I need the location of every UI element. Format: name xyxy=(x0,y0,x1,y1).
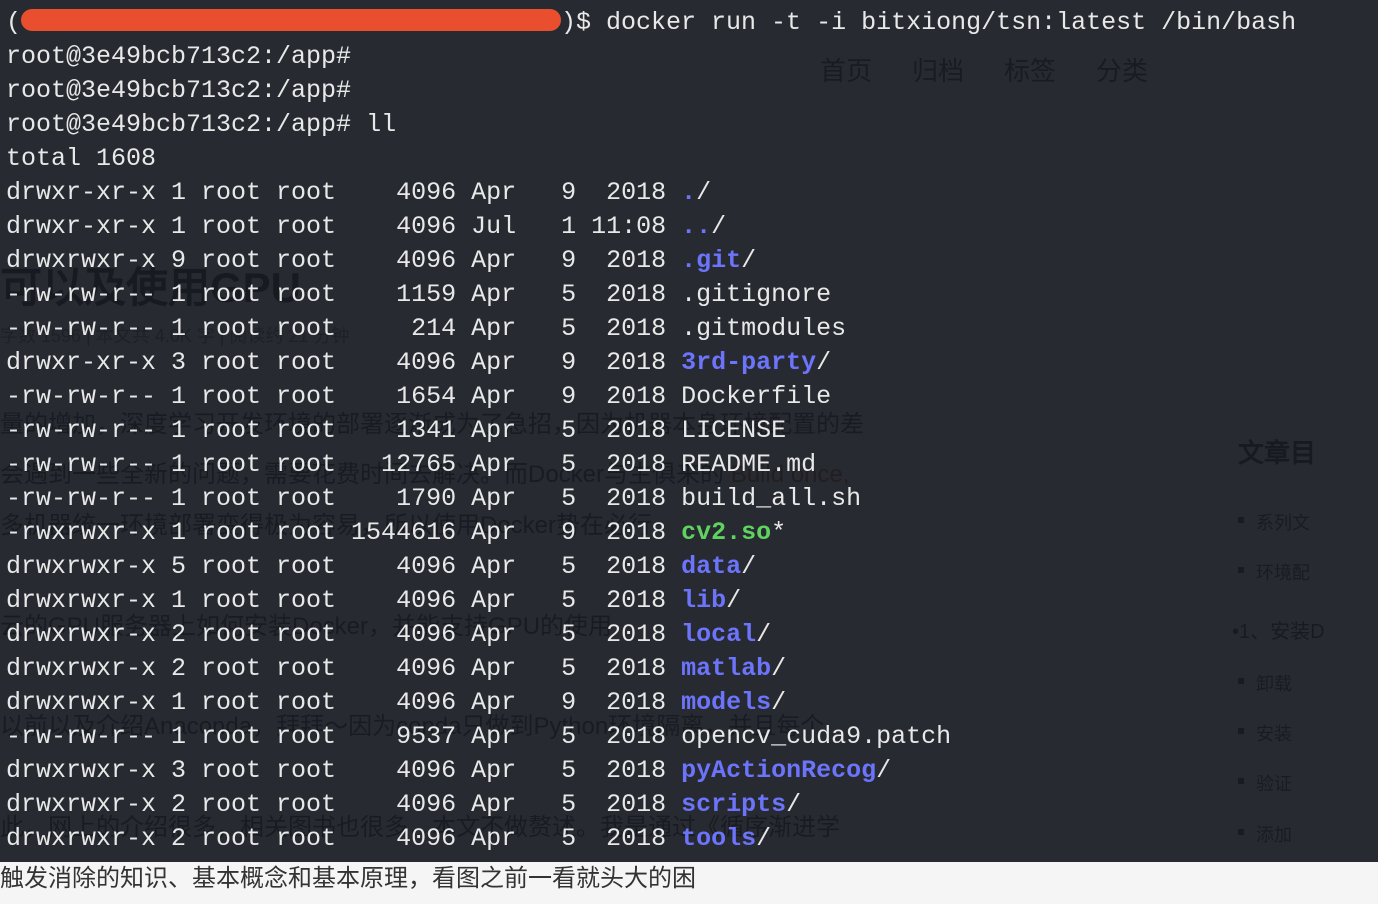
file-meta: drwxrwxr-x 2 root root 4096 Apr 5 2018 xyxy=(6,620,681,649)
file-name: LICENSE xyxy=(681,416,786,445)
file-listing-row: drwxr-xr-x 3 root root 4096 Apr 9 2018 3… xyxy=(6,346,1372,380)
file-listing-row: drwxrwxr-x 1 root root 4096 Apr 9 2018 m… xyxy=(6,686,1372,720)
file-suffix: / xyxy=(771,688,786,717)
file-listing-row: drwxrwxr-x 2 root root 4096 Apr 5 2018 t… xyxy=(6,822,1372,856)
file-meta: drwxrwxr-x 1 root root 4096 Apr 5 2018 xyxy=(6,586,681,615)
file-listing-row: -rw-rw-r-- 1 root root 214 Apr 5 2018 .g… xyxy=(6,312,1372,346)
file-meta: -rw-rw-r-- 1 root root 214 Apr 5 2018 xyxy=(6,314,681,343)
file-listing-row: drwxr-xr-x 1 root root 4096 Jul 1 11:08 … xyxy=(6,210,1372,244)
file-meta: drwxrwxr-x 2 root root 4096 Apr 5 2018 xyxy=(6,654,681,683)
file-name: scripts xyxy=(681,790,786,819)
file-suffix: / xyxy=(756,824,771,853)
file-listing-row: -rw-rw-r-- 1 root root 1654 Apr 9 2018 D… xyxy=(6,380,1372,414)
file-name: matlab xyxy=(681,654,771,683)
prompt-paren: ( xyxy=(6,8,21,37)
file-listing-row: drwxrwxr-x 1 root root 4096 Apr 5 2018 l… xyxy=(6,584,1372,618)
file-listing-row: drwxrwxr-x 2 root root 4096 Apr 5 2018 l… xyxy=(6,618,1372,652)
file-name: lib xyxy=(681,586,726,615)
file-listing-row: -rw-rw-r-- 1 root root 12765 Apr 5 2018 … xyxy=(6,448,1372,482)
file-name: 3rd-party xyxy=(681,348,816,377)
file-meta: drwxr-xr-x 1 root root 4096 Apr 9 2018 xyxy=(6,178,681,207)
file-meta: drwxrwxr-x 2 root root 4096 Apr 5 2018 xyxy=(6,824,681,853)
file-meta: drwxrwxr-x 3 root root 4096 Apr 5 2018 xyxy=(6,756,681,785)
command-text: ll xyxy=(366,110,396,139)
file-meta: drwxr-xr-x 1 root root 4096 Jul 1 11:08 xyxy=(6,212,681,241)
file-meta: drwxrwxr-x 9 root root 4096 Apr 9 2018 xyxy=(6,246,681,275)
file-name: Dockerfile xyxy=(681,382,831,411)
file-name: cv2.so xyxy=(681,518,771,547)
file-suffix: / xyxy=(711,212,726,241)
terminal-line: root@3e49bcb713c2:/app# xyxy=(6,40,1372,74)
file-meta: -rwxrwxr-x 1 root root 1544616 Apr 9 201… xyxy=(6,518,681,547)
file-name: opencv_cuda9.patch xyxy=(681,722,951,751)
file-meta: drwxrwxr-x 5 root root 4096 Apr 5 2018 xyxy=(6,552,681,581)
file-suffix: / xyxy=(876,756,891,785)
file-name: .gitmodules xyxy=(681,314,846,343)
file-name: .. xyxy=(681,212,711,241)
file-suffix: / xyxy=(771,654,786,683)
file-suffix: / xyxy=(756,620,771,649)
file-meta: -rw-rw-r-- 1 root root 12765 Apr 5 2018 xyxy=(6,450,681,479)
file-listing-row: -rw-rw-r-- 1 root root 9537 Apr 5 2018 o… xyxy=(6,720,1372,754)
terminal-line: root@3e49bcb713c2:/app# xyxy=(6,74,1372,108)
terminal-line: root@3e49bcb713c2:/app# ll xyxy=(6,108,1372,142)
file-listing-row: -rw-rw-r-- 1 root root 1341 Apr 5 2018 L… xyxy=(6,414,1372,448)
terminal-total-line: total 1608 xyxy=(6,142,1372,176)
file-meta: -rw-rw-r-- 1 root root 1341 Apr 5 2018 xyxy=(6,416,681,445)
file-meta: drwxr-xr-x 3 root root 4096 Apr 9 2018 xyxy=(6,348,681,377)
file-listing-row: -rwxrwxr-x 1 root root 1544616 Apr 9 201… xyxy=(6,516,1372,550)
redacted-prompt xyxy=(21,9,561,31)
file-meta: -rw-rw-r-- 1 root root 1159 Apr 5 2018 xyxy=(6,280,681,309)
file-meta: -rw-rw-r-- 1 root root 1790 Apr 5 2018 xyxy=(6,484,681,513)
file-name: models xyxy=(681,688,771,717)
file-name: build_all.sh xyxy=(681,484,861,513)
file-listing-row: drwxrwxr-x 2 root root 4096 Apr 5 2018 m… xyxy=(6,652,1372,686)
file-listing-row: drwxrwxr-x 2 root root 4096 Apr 5 2018 s… xyxy=(6,788,1372,822)
shell-prompt: root@3e49bcb713c2:/app# xyxy=(6,42,366,71)
file-name: data xyxy=(681,552,741,581)
shell-prompt: root@3e49bcb713c2:/app# xyxy=(6,76,366,105)
file-name: README.md xyxy=(681,450,816,479)
command-text: docker run -t -i bitxiong/tsn:latest /bi… xyxy=(606,8,1296,37)
file-meta: drwxrwxr-x 2 root root 4096 Apr 5 2018 xyxy=(6,790,681,819)
file-listing-row: drwxrwxr-x 5 root root 4096 Apr 5 2018 d… xyxy=(6,550,1372,584)
file-listing-row: -rw-rw-r-- 1 root root 1159 Apr 5 2018 .… xyxy=(6,278,1372,312)
shell-prompt: root@3e49bcb713c2:/app# xyxy=(6,110,366,139)
file-meta: -rw-rw-r-- 1 root root 9537 Apr 5 2018 xyxy=(6,722,681,751)
file-name: .gitignore xyxy=(681,280,831,309)
file-suffix: * xyxy=(771,518,786,547)
file-listing-row: drwxrwxr-x 3 root root 4096 Apr 5 2018 p… xyxy=(6,754,1372,788)
terminal-window[interactable]: ( )$ docker run -t -i bitxiong/tsn:latest… xyxy=(0,0,1378,862)
file-listing-row: drwxrwxr-x 9 root root 4096 Apr 9 2018 .… xyxy=(6,244,1372,278)
file-suffix: / xyxy=(816,348,831,377)
file-name: .git xyxy=(681,246,741,275)
file-meta: drwxrwxr-x 1 root root 4096 Apr 9 2018 xyxy=(6,688,681,717)
file-name: tools xyxy=(681,824,756,853)
file-suffix: / xyxy=(726,586,741,615)
file-suffix: / xyxy=(786,790,801,819)
file-suffix: / xyxy=(696,178,711,207)
file-listing-row: drwxr-xr-x 1 root root 4096 Apr 9 2018 .… xyxy=(6,176,1372,210)
terminal-line: ( )$ docker run -t -i bitxiong/tsn:latest… xyxy=(6,6,1372,40)
file-suffix: / xyxy=(741,246,756,275)
file-listing-row: -rw-rw-r-- 1 root root 1790 Apr 5 2018 b… xyxy=(6,482,1372,516)
file-meta: -rw-rw-r-- 1 root root 1654 Apr 9 2018 xyxy=(6,382,681,411)
prompt-suffix: )$ xyxy=(561,8,606,37)
file-name: pyActionRecog xyxy=(681,756,876,785)
file-name: . xyxy=(681,178,696,207)
file-name: local xyxy=(681,620,756,649)
file-suffix: / xyxy=(741,552,756,581)
